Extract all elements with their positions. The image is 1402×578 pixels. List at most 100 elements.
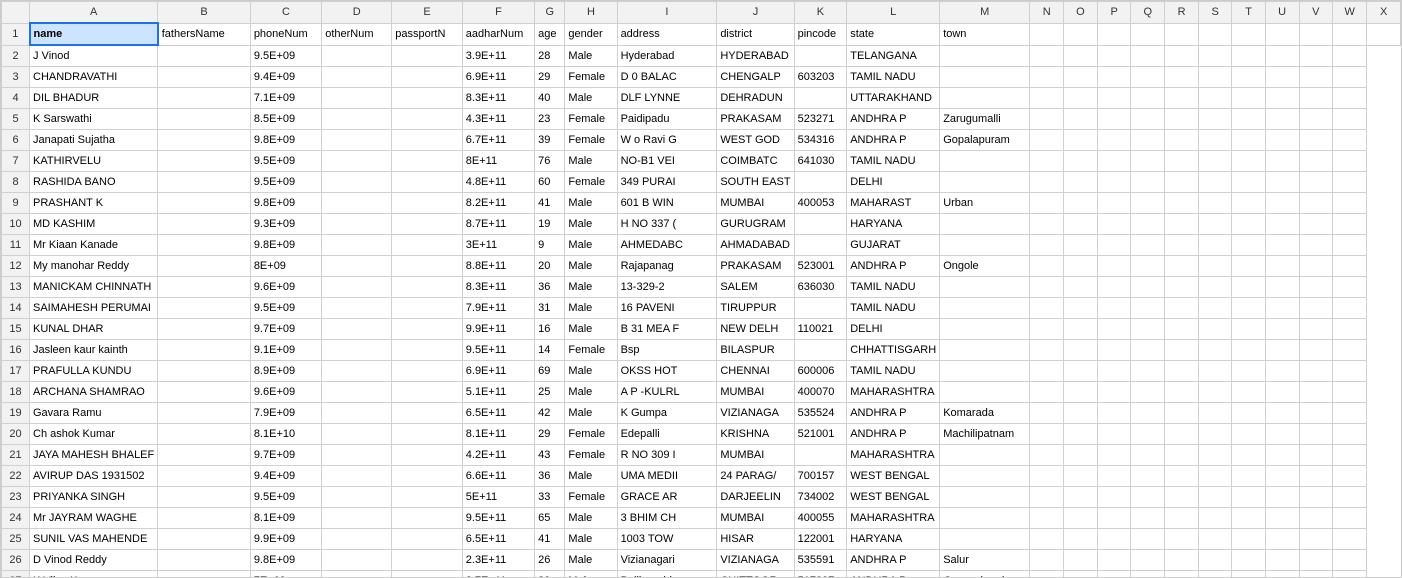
cell-O23[interactable]	[1064, 487, 1098, 508]
cell-E11[interactable]	[392, 235, 463, 256]
cell-R8[interactable]	[1165, 172, 1199, 193]
cell-J21[interactable]: MUMBAI	[717, 445, 794, 466]
cell-H16[interactable]: Female	[565, 340, 617, 361]
cell-T4[interactable]	[1232, 88, 1265, 109]
cell-P1[interactable]	[1097, 23, 1131, 45]
cell-G3[interactable]: 29	[535, 67, 565, 88]
cell-P4[interactable]	[1097, 88, 1131, 109]
cell-D19[interactable]	[322, 403, 392, 424]
cell-M4[interactable]	[940, 88, 1030, 109]
cell-D27[interactable]	[322, 571, 392, 578]
cell-U6[interactable]	[1265, 130, 1299, 151]
cell-B10[interactable]	[158, 214, 251, 235]
col-header-S[interactable]: S	[1198, 2, 1232, 24]
cell-S9[interactable]	[1198, 193, 1232, 214]
cell-G6[interactable]: 39	[535, 130, 565, 151]
cell-M20[interactable]: Machilipatnam	[940, 424, 1030, 445]
cell-K2[interactable]	[794, 45, 847, 67]
cell-C4[interactable]: 7.1E+09	[250, 88, 321, 109]
cell-C18[interactable]: 9.6E+09	[250, 382, 321, 403]
cell-N13[interactable]	[1030, 277, 1064, 298]
cell-L27[interactable]: ANDHRA P	[847, 571, 940, 578]
cell-A26[interactable]: D Vinod Reddy	[30, 550, 158, 571]
cell-E21[interactable]	[392, 445, 463, 466]
cell-E6[interactable]	[392, 130, 463, 151]
cell-V16[interactable]	[1299, 340, 1333, 361]
cell-L5[interactable]: ANDHRA P	[847, 109, 940, 130]
cell-B8[interactable]	[158, 172, 251, 193]
cell-M14[interactable]	[940, 298, 1030, 319]
col-header-I[interactable]: I	[617, 2, 717, 24]
cell-S6[interactable]	[1198, 130, 1232, 151]
cell-W12[interactable]	[1333, 256, 1367, 277]
cell-S13[interactable]	[1198, 277, 1232, 298]
cell-D23[interactable]	[322, 487, 392, 508]
cell-D17[interactable]	[322, 361, 392, 382]
cell-P15[interactable]	[1097, 319, 1131, 340]
col-header-X[interactable]: X	[1367, 2, 1401, 24]
cell-P13[interactable]	[1097, 277, 1131, 298]
cell-A15[interactable]: KUNAL DHAR	[30, 319, 158, 340]
cell-F18[interactable]: 5.1E+11	[462, 382, 534, 403]
cell-C8[interactable]: 9.5E+09	[250, 172, 321, 193]
cell-A10[interactable]: MD KASHIM	[30, 214, 158, 235]
cell-I15[interactable]: B 31 MEA F	[617, 319, 717, 340]
cell-F16[interactable]: 9.5E+11	[462, 340, 534, 361]
cell-T3[interactable]	[1232, 67, 1265, 88]
cell-H5[interactable]: Female	[565, 109, 617, 130]
cell-G26[interactable]: 26	[535, 550, 565, 571]
cell-B6[interactable]	[158, 130, 251, 151]
cell-H9[interactable]: Male	[565, 193, 617, 214]
cell-C16[interactable]: 9.1E+09	[250, 340, 321, 361]
cell-U14[interactable]	[1265, 298, 1299, 319]
cell-I25[interactable]: 1003 TOW	[617, 529, 717, 550]
cell-O17[interactable]	[1064, 361, 1098, 382]
col-header-M[interactable]: M	[940, 2, 1030, 24]
cell-U26[interactable]	[1265, 550, 1299, 571]
cell-N27[interactable]	[1030, 571, 1064, 578]
cell-A13[interactable]: MANICKAM CHINNATH	[30, 277, 158, 298]
cell-I13[interactable]: 13-329-2	[617, 277, 717, 298]
cell-P9[interactable]	[1097, 193, 1131, 214]
cell-I22[interactable]: UMA MEDII	[617, 466, 717, 487]
cell-I23[interactable]: GRACE AR	[617, 487, 717, 508]
cell-J7[interactable]: COIMBATC	[717, 151, 794, 172]
cell-H14[interactable]: Male	[565, 298, 617, 319]
cell-T26[interactable]	[1232, 550, 1265, 571]
cell-A9[interactable]: PRASHANT K	[30, 193, 158, 214]
cell-P21[interactable]	[1097, 445, 1131, 466]
cell-D15[interactable]	[322, 319, 392, 340]
cell-F25[interactable]: 6.5E+11	[462, 529, 534, 550]
col-header-B[interactable]: B	[158, 2, 251, 24]
cell-W17[interactable]	[1333, 361, 1367, 382]
cell-I5[interactable]: Paidipadu	[617, 109, 717, 130]
cell-D21[interactable]	[322, 445, 392, 466]
cell-M3[interactable]	[940, 67, 1030, 88]
cell-W24[interactable]	[1333, 508, 1367, 529]
cell-R25[interactable]	[1165, 529, 1199, 550]
col-header-E[interactable]: E	[392, 2, 463, 24]
cell-P6[interactable]	[1097, 130, 1131, 151]
cell-K13[interactable]: 636030	[794, 277, 847, 298]
cell-Q14[interactable]	[1131, 298, 1165, 319]
cell-S8[interactable]	[1198, 172, 1232, 193]
cell-C12[interactable]: 8E+09	[250, 256, 321, 277]
col-header-G[interactable]: G	[535, 2, 565, 24]
cell-J16[interactable]: BILASPUR	[717, 340, 794, 361]
cell-A23[interactable]: PRIYANKA SINGH	[30, 487, 158, 508]
cell-R17[interactable]	[1165, 361, 1199, 382]
cell-T14[interactable]	[1232, 298, 1265, 319]
cell-N4[interactable]	[1030, 88, 1064, 109]
cell-L26[interactable]: ANDHRA P	[847, 550, 940, 571]
cell-B17[interactable]	[158, 361, 251, 382]
cell-Q24[interactable]	[1131, 508, 1165, 529]
cell-M18[interactable]	[940, 382, 1030, 403]
cell-D13[interactable]	[322, 277, 392, 298]
cell-L10[interactable]: HARYANA	[847, 214, 940, 235]
col-header-O[interactable]: O	[1064, 2, 1098, 24]
cell-W8[interactable]	[1333, 172, 1367, 193]
cell-D5[interactable]	[322, 109, 392, 130]
cell-Q6[interactable]	[1131, 130, 1165, 151]
cell-B9[interactable]	[158, 193, 251, 214]
cell-C6[interactable]: 9.8E+09	[250, 130, 321, 151]
